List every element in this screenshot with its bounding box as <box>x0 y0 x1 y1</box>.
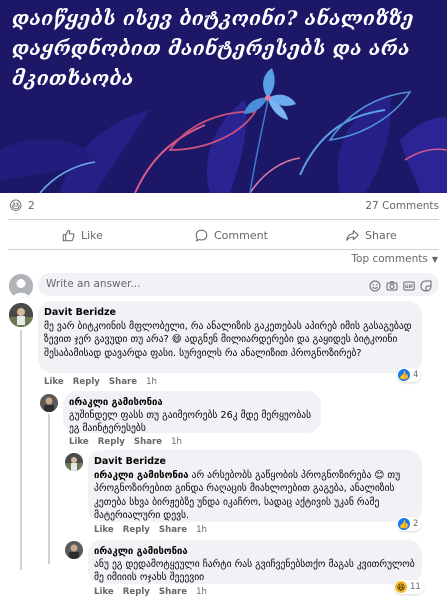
comment-actions: Like Reply Share 1h <box>94 525 207 535</box>
comments-count-link[interactable]: 27 Comments <box>365 200 439 212</box>
emoji-icon[interactable] <box>369 277 381 292</box>
comment-actions: Like Reply Share 1h <box>94 587 207 597</box>
reaction-summary: 😆 2 27 Comments <box>0 198 447 216</box>
comment-like-link[interactable]: Like <box>94 587 114 597</box>
commenter-avatar[interactable] <box>40 394 58 412</box>
comment-author[interactable]: Davit Beridze <box>44 307 116 318</box>
comment-time[interactable]: 1h <box>196 587 207 597</box>
comment-text: ანუ ეგ დედამოტყეული ჩარტი რას გვიჩვენებს… <box>94 559 415 584</box>
comment-share-link[interactable]: Share <box>109 377 137 387</box>
share-button[interactable]: Share <box>346 222 397 248</box>
composer-tools: GIF <box>369 277 432 292</box>
like-reaction-icon: 👍 <box>398 518 410 530</box>
comment-like-link[interactable]: Like <box>44 377 64 387</box>
comment-bubble-icon <box>195 229 208 242</box>
commenter-avatar[interactable] <box>9 303 33 327</box>
sort-label: Top comments <box>351 253 428 265</box>
sticker-icon[interactable] <box>420 277 432 292</box>
reaction-count: 11 <box>410 582 421 592</box>
divider <box>8 249 439 250</box>
comment-reply-link[interactable]: Reply <box>73 377 100 387</box>
person-photo-icon <box>65 541 83 559</box>
comment-author[interactable]: ირაკლი გამისონია <box>94 546 188 557</box>
comment-reply-link[interactable]: Reply <box>98 437 125 447</box>
comment-bubble: ირაკლი გამისონია გუშინდელ ფასს თუ გაიმეო… <box>63 391 321 435</box>
comment-text: მე ვარ ბიტკოინის მფლობელი, რა ანალიზის გ… <box>44 321 412 359</box>
comment-text: გუშინდელ ფასს თუ გაიმეორებს 26კ მდე მერყ… <box>69 410 312 435</box>
reaction-count: 2 <box>413 519 419 529</box>
default-user-icon <box>9 274 33 298</box>
like-label: Like <box>81 228 103 242</box>
post-hero-image[interactable]: დაიწყებს ისევ ბიტკოინი? ანალიზზე დაყრდნო… <box>0 0 447 193</box>
share-arrow-icon <box>346 229 359 241</box>
comment-share-link[interactable]: Share <box>159 525 187 535</box>
comment-actions: Like Reply Share 1h <box>69 437 182 447</box>
current-user-avatar[interactable] <box>9 274 33 298</box>
comment-sort-dropdown[interactable]: Top comments ▼ <box>351 253 438 265</box>
comment-input-placeholder: Write an answer... <box>46 278 141 290</box>
haha-reaction-icon: 😆 <box>395 581 407 593</box>
comment-reply-link[interactable]: Reply <box>123 525 150 535</box>
thumbs-up-icon <box>62 229 75 241</box>
post-title: დაიწყებს ისევ ბიტკოინი? ანალიზზე დაყრდნო… <box>12 7 414 90</box>
comment-reaction-badge[interactable]: 😆 11 <box>394 580 424 594</box>
comment-reaction-badge[interactable]: 👍 2 <box>397 517 422 531</box>
svg-text:GIF: GIF <box>405 284 414 290</box>
comment-like-link[interactable]: Like <box>94 525 114 535</box>
commenter-avatar[interactable] <box>65 541 83 559</box>
commenter-avatar[interactable] <box>65 453 83 471</box>
comment-label: Comment <box>214 228 268 242</box>
mention-link[interactable]: ირაკლი გამისონია <box>94 470 189 481</box>
comment-reaction-badge[interactable]: 👍 4 <box>397 368 422 382</box>
comment-time[interactable]: 1h <box>171 437 182 447</box>
share-label: Share <box>365 228 397 242</box>
comment-actions: Like Reply Share 1h <box>44 377 157 387</box>
person-photo-icon <box>40 394 58 412</box>
comment-time[interactable]: 1h <box>146 377 157 387</box>
comment-like-link[interactable]: Like <box>69 437 89 447</box>
comment-share-link[interactable]: Share <box>159 587 187 597</box>
haha-emoji-icon[interactable]: 😆 <box>9 199 23 214</box>
comment-bubble: Davit Beridze ირაკლი გამისონია არ არსებო… <box>88 450 422 522</box>
comment-time[interactable]: 1h <box>196 525 207 535</box>
reaction-count: 4 <box>413 370 419 380</box>
comment-button[interactable]: Comment <box>195 222 268 248</box>
thread-connector <box>20 330 22 570</box>
thread-connector <box>48 414 50 564</box>
gif-icon[interactable]: GIF <box>403 277 415 291</box>
comment-reply-link[interactable]: Reply <box>123 587 150 597</box>
comment-text: ირაკლი გამისონია არ არსებობს გაწყობის პრ… <box>94 469 418 522</box>
like-button[interactable]: Like <box>62 222 103 248</box>
person-photo-icon <box>65 453 83 471</box>
comment-share-link[interactable]: Share <box>134 437 162 447</box>
camera-icon[interactable] <box>386 277 398 291</box>
comment-bubble: Davit Beridze მე ვარ ბიტკოინის მფლობელი,… <box>38 301 422 373</box>
comment-bubble: ირაკლი გამისონია ანუ ეგ დედამოტყეული ჩარ… <box>88 540 422 584</box>
person-photo-icon <box>9 303 33 327</box>
like-reaction-icon: 👍 <box>398 369 410 381</box>
reaction-count[interactable]: 2 <box>28 200 35 212</box>
caret-down-icon: ▼ <box>431 254 438 264</box>
post-action-bar: Like Comment Share <box>0 222 447 248</box>
comment-author[interactable]: ირაკლი გამისონია <box>69 397 163 408</box>
divider <box>8 219 439 220</box>
comment-input[interactable]: Write an answer... GIF <box>38 273 439 296</box>
comment-author[interactable]: Davit Beridze <box>94 456 166 467</box>
